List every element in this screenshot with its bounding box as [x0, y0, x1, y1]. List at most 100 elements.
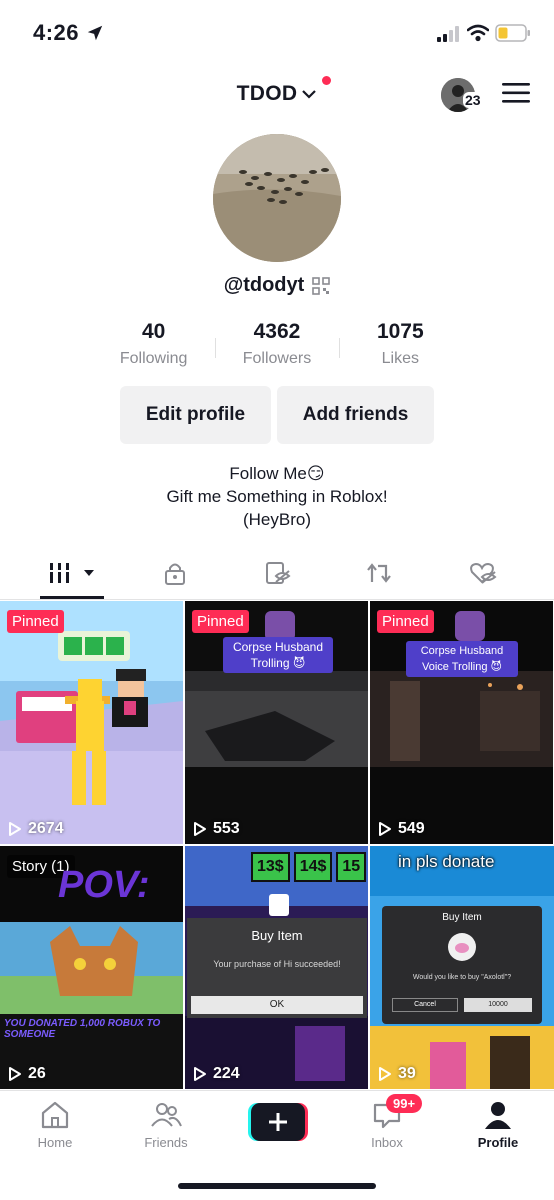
profile-bio: Follow Me😏 Gift me Something in Roblox! …: [0, 462, 554, 531]
video-thumbnail[interactable]: 13$ 14$ 15 Buy Item Your purchase of Hi …: [185, 846, 368, 1089]
chevron-down-icon: [302, 90, 317, 99]
play-icon: [194, 822, 206, 836]
dialog-message: Would you like to buy "Axolotl"?: [412, 974, 512, 981]
view-count-text: 26: [28, 1065, 46, 1082]
thumbnail-image: [0, 601, 183, 844]
view-count-text: 553: [213, 820, 240, 837]
axolotl-image: [448, 933, 476, 961]
repost-icon: [367, 563, 391, 583]
view-count: 2674: [8, 820, 64, 838]
status-bar: 4:26: [0, 0, 554, 66]
view-count: 26: [8, 1065, 46, 1083]
hidden-heart-icon: [470, 562, 497, 584]
tab-hidden[interactable]: [262, 558, 294, 588]
price-sign: 13$: [251, 852, 290, 882]
add-friends-button[interactable]: Add friends: [277, 386, 434, 444]
video-caption: Corpse Husband Voice Trolling 😈: [406, 641, 518, 677]
thumbnail-image: [370, 601, 553, 844]
lock-icon: [165, 563, 185, 585]
dialog-message: Your purchase of Hi succeeded!: [213, 959, 341, 969]
friends-icon: [151, 1103, 182, 1127]
avatar-count: 23: [463, 92, 483, 108]
home-icon: [41, 1101, 69, 1129]
video-top-text: in pls donate: [398, 852, 495, 871]
avatar-photo-ducks: [213, 134, 341, 262]
video-thumbnail[interactable]: Pinned Corpse Husband Trolling 😈 553: [185, 601, 368, 844]
stat-value: 4362: [253, 320, 301, 343]
profile-icon: [485, 1102, 511, 1129]
buy-item-dialog: Buy Item Your purchase of Hi succeeded! …: [187, 918, 367, 1018]
play-icon: [9, 1067, 21, 1081]
edit-profile-button[interactable]: Edit profile: [120, 386, 271, 444]
tab-reposts[interactable]: [364, 558, 394, 588]
profile-header: TDOD 23: [0, 66, 554, 124]
nav-label: Friends: [144, 1135, 188, 1150]
account-name: TDOD: [236, 82, 298, 105]
bio-line: Gift me Something in Roblox!: [166, 487, 388, 506]
video-caption: Corpse Husband Trolling 😈: [223, 637, 333, 673]
battery-icon: [495, 24, 530, 42]
stat-label: Followers: [242, 350, 312, 367]
status-time: 4:26: [33, 20, 80, 45]
play-icon: [194, 1067, 206, 1081]
tab-liked[interactable]: [466, 558, 500, 588]
buy-item-dialog: Buy Item Would you like to buy "Axolotl"…: [382, 906, 542, 1024]
price-signs: 13$ 14$ 15: [251, 852, 367, 882]
nav-profile[interactable]: Profile: [453, 1099, 543, 1150]
cellular-signal-icon: [437, 26, 459, 42]
profile-handle: @tdodyt: [0, 274, 554, 297]
stat-value: 1075: [376, 320, 424, 343]
video-thumbnail[interactable]: in pls donate Buy Item Would you like to…: [370, 846, 554, 1089]
dialog-cancel-button: Cancel: [392, 998, 458, 1012]
video-grid: Pinned 2674 Pinned Corpse Husband Trolli…: [0, 601, 554, 1089]
nav-label: Profile: [477, 1135, 519, 1150]
profile-avatar[interactable]: [213, 134, 341, 262]
bio-line: (HeyBro): [242, 510, 311, 529]
stat-followers[interactable]: 4362 Followers: [215, 320, 338, 372]
stat-following[interactable]: 40 Following: [92, 320, 215, 372]
notification-dot: [322, 76, 332, 85]
nav-label: Home: [37, 1135, 73, 1150]
view-count-text: 224: [213, 1065, 240, 1082]
handle-text: @tdodyt: [223, 274, 305, 296]
view-count-text: 2674: [28, 820, 64, 837]
nav-friends[interactable]: Friends: [121, 1099, 211, 1150]
menu-icon[interactable]: [502, 82, 530, 104]
stat-label: Likes: [381, 350, 419, 367]
grid-icon: [48, 563, 94, 583]
play-icon: [379, 1067, 391, 1081]
play-icon: [379, 822, 391, 836]
active-tab-indicator: [40, 596, 104, 599]
nav-home[interactable]: Home: [10, 1099, 100, 1150]
bio-line: Follow Me😏: [229, 464, 325, 483]
price-sign: 15: [336, 852, 367, 882]
view-count: 224: [193, 1065, 240, 1083]
view-count: 39: [378, 1065, 416, 1083]
content-tabs: [0, 550, 554, 600]
tab-videos[interactable]: [46, 558, 102, 588]
video-thumbnail[interactable]: Story (1) POV: YOU DONATED 1,000 ROBUX T…: [0, 846, 183, 1089]
wifi-icon: [467, 24, 489, 42]
dialog-title: Buy Item: [251, 928, 303, 943]
pinned-badge: Pinned: [377, 610, 434, 633]
pinned-badge: Pinned: [192, 610, 249, 633]
view-count-text: 549: [398, 820, 425, 837]
tab-private[interactable]: [160, 558, 190, 588]
qr-code-icon[interactable]: [312, 276, 331, 295]
view-count: 549: [378, 820, 425, 838]
dialog-ok-button: OK: [191, 996, 363, 1014]
stat-divider: [338, 338, 340, 358]
pinned-badge: Pinned: [7, 610, 64, 633]
dialog-title: Buy Item: [442, 912, 482, 923]
create-video-button[interactable]: [248, 1103, 308, 1141]
video-subtitle: YOU DONATED 1,000 ROBUX TO SOMEONE: [4, 1018, 161, 1040]
profile-stats: 40 Following 4362 Followers 1075 Likes: [92, 320, 462, 372]
stat-value: 40: [141, 320, 166, 343]
price-sign: 14$: [293, 852, 333, 882]
view-count-text: 39: [398, 1065, 416, 1082]
video-thumbnail[interactable]: Pinned Corpse Husband Voice Trolling 😈 5…: [370, 601, 553, 844]
view-count: 553: [193, 820, 240, 838]
video-thumbnail[interactable]: Pinned 2674: [0, 601, 183, 844]
hidden-bookmark-icon: [266, 562, 291, 584]
stat-likes[interactable]: 1075 Likes: [338, 320, 462, 372]
